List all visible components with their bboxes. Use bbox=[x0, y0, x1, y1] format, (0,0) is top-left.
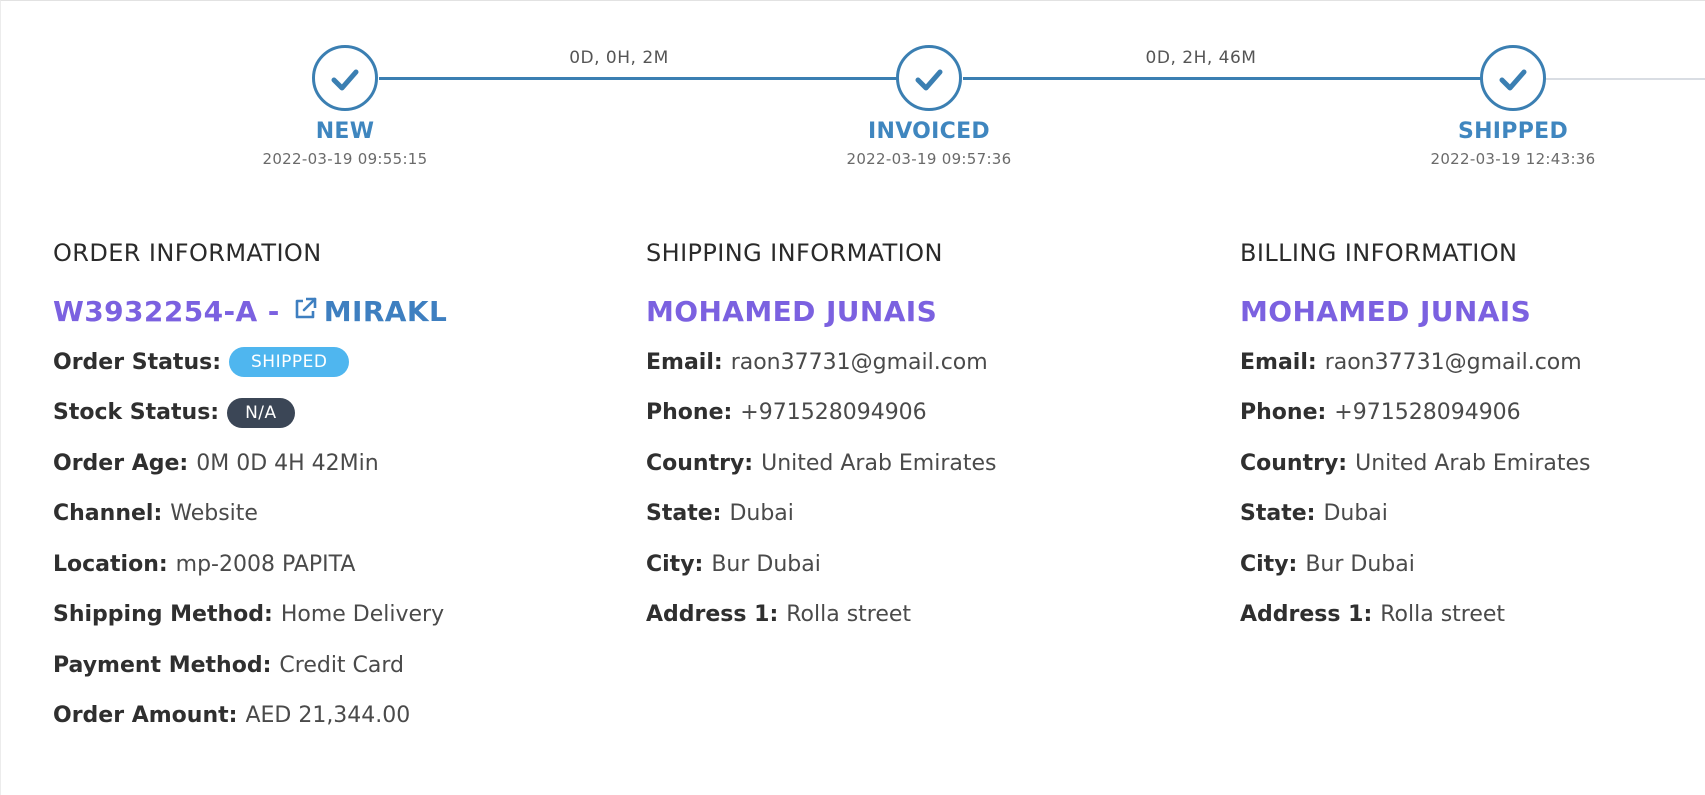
field-label: Channel: bbox=[53, 501, 163, 527]
field-value: Bur Dubai bbox=[1305, 551, 1415, 577]
field-label: Location: bbox=[53, 551, 168, 577]
address-row: Address 1: Rolla street bbox=[646, 590, 1166, 641]
field-label: Country: bbox=[646, 450, 754, 476]
field-value: United Arab Emirates bbox=[1355, 450, 1591, 476]
billing-customer-name: MOHAMED JUNAIS bbox=[1240, 294, 1532, 328]
billing-information-section: BILLING INFORMATION MOHAMED JUNAIS Email… bbox=[1240, 239, 1705, 640]
field-value: mp-2008 PAPITA bbox=[175, 551, 356, 577]
status-badge: SHIPPED bbox=[229, 347, 350, 378]
order-id: W3932254-A - bbox=[53, 294, 280, 328]
timeline-step-invoiced: INVOICED 2022-03-19 09:57:36 bbox=[809, 45, 1049, 168]
field-label: Address 1: bbox=[646, 602, 779, 628]
step-circle bbox=[312, 45, 378, 111]
field-value: raon37731@gmail.com bbox=[1324, 349, 1582, 375]
field-label: Phone: bbox=[1240, 400, 1327, 426]
step-date: 2022-03-19 09:57:36 bbox=[846, 150, 1012, 168]
field-value: United Arab Emirates bbox=[761, 450, 997, 476]
field-label: Email: bbox=[646, 349, 723, 375]
order-detail-panel: 0D, 0H, 2M 0D, 2H, 46M NEW 2022-03-19 09… bbox=[0, 0, 1705, 795]
field-label: Order Status: bbox=[53, 349, 222, 375]
city-row: City: Bur Dubai bbox=[646, 539, 1166, 590]
step-date: 2022-03-19 09:55:15 bbox=[262, 150, 428, 168]
field-label: State: bbox=[646, 501, 722, 527]
field-label: Payment Method: bbox=[53, 652, 272, 678]
field-label: Order Age: bbox=[53, 450, 189, 476]
section-heading: SHIPPING INFORMATION bbox=[646, 239, 943, 267]
step-label: SHIPPED bbox=[1457, 119, 1569, 144]
field-value: +971528094906 bbox=[1334, 400, 1521, 426]
external-link-icon[interactable] bbox=[292, 296, 318, 329]
field-value: raon37731@gmail.com bbox=[730, 349, 988, 375]
timeline-duration: 0D, 0H, 2M bbox=[569, 48, 669, 68]
payment-method-row: Payment Method: Credit Card bbox=[53, 640, 573, 691]
field-value: Rolla street bbox=[1380, 602, 1506, 628]
shipping-method-row: Shipping Method: Home Delivery bbox=[53, 590, 573, 641]
field-value: Dubai bbox=[729, 501, 794, 527]
timeline-step-new: NEW 2022-03-19 09:55:15 bbox=[225, 45, 465, 168]
step-circle bbox=[896, 45, 962, 111]
check-icon bbox=[331, 69, 359, 91]
field-label: City: bbox=[1240, 551, 1298, 577]
order-amount-row: Order Amount: AED 21,344.00 bbox=[53, 691, 573, 742]
field-label: Address 1: bbox=[1240, 602, 1373, 628]
shipping-information-section: SHIPPING INFORMATION MOHAMED JUNAIS Emai… bbox=[646, 239, 1166, 640]
address-row: Address 1: Rolla street bbox=[1240, 590, 1705, 641]
check-icon bbox=[1499, 69, 1527, 91]
section-heading: ORDER INFORMATION bbox=[53, 239, 322, 267]
country-row: Country: United Arab Emirates bbox=[646, 438, 1166, 489]
field-value: AED 21,344.00 bbox=[245, 703, 411, 729]
field-label: State: bbox=[1240, 501, 1316, 527]
step-label: INVOICED bbox=[868, 119, 990, 144]
field-label: Phone: bbox=[646, 400, 733, 426]
state-row: State: Dubai bbox=[1240, 489, 1705, 540]
timeline-duration: 0D, 2H, 46M bbox=[1145, 48, 1257, 68]
step-circle bbox=[1480, 45, 1546, 111]
country-row: Country: United Arab Emirates bbox=[1240, 438, 1705, 489]
shipping-customer-name: MOHAMED JUNAIS bbox=[646, 294, 938, 328]
city-row: City: Bur Dubai bbox=[1240, 539, 1705, 590]
field-label: Stock Status: bbox=[53, 400, 220, 426]
order-information-section: ORDER INFORMATION W3932254-A - MIRAKL Or… bbox=[53, 239, 573, 741]
field-value: 0M 0D 4H 42Min bbox=[196, 450, 379, 476]
channel-link[interactable]: MIRAKL bbox=[324, 295, 447, 328]
order-status-row: Order Status: SHIPPED bbox=[53, 337, 573, 388]
phone-row: Phone: +971528094906 bbox=[1240, 388, 1705, 439]
step-label: NEW bbox=[315, 119, 375, 144]
order-title: W3932254-A - MIRAKL bbox=[53, 291, 573, 331]
field-value: Website bbox=[170, 501, 258, 527]
order-age-row: Order Age: 0M 0D 4H 42Min bbox=[53, 438, 573, 489]
field-value: +971528094906 bbox=[740, 400, 927, 426]
stock-badge: N/A bbox=[227, 397, 295, 428]
field-label: Shipping Method: bbox=[53, 602, 273, 628]
field-value: Bur Dubai bbox=[711, 551, 821, 577]
field-label: City: bbox=[646, 551, 704, 577]
field-value: Credit Card bbox=[279, 652, 405, 678]
field-label: Country: bbox=[1240, 450, 1348, 476]
stock-status-row: Stock Status: N/A bbox=[53, 388, 573, 439]
state-row: State: Dubai bbox=[646, 489, 1166, 540]
location-row: Location: mp-2008 PAPITA bbox=[53, 539, 573, 590]
field-value: Rolla street bbox=[786, 602, 912, 628]
timeline-step-shipped: SHIPPED 2022-03-19 12:43:36 bbox=[1393, 45, 1633, 168]
check-icon bbox=[915, 69, 943, 91]
field-label: Email: bbox=[1240, 349, 1317, 375]
step-date: 2022-03-19 12:43:36 bbox=[1430, 150, 1596, 168]
phone-row: Phone: +971528094906 bbox=[646, 388, 1166, 439]
email-row: Email: raon37731@gmail.com bbox=[646, 337, 1166, 388]
order-status-timeline: 0D, 0H, 2M 0D, 2H, 46M NEW 2022-03-19 09… bbox=[1, 1, 1705, 186]
field-label: Order Amount: bbox=[53, 703, 238, 729]
field-value: Dubai bbox=[1323, 501, 1388, 527]
email-row: Email: raon37731@gmail.com bbox=[1240, 337, 1705, 388]
section-heading: BILLING INFORMATION bbox=[1240, 239, 1518, 267]
channel-row: Channel: Website bbox=[53, 489, 573, 540]
field-value: Home Delivery bbox=[280, 602, 445, 628]
